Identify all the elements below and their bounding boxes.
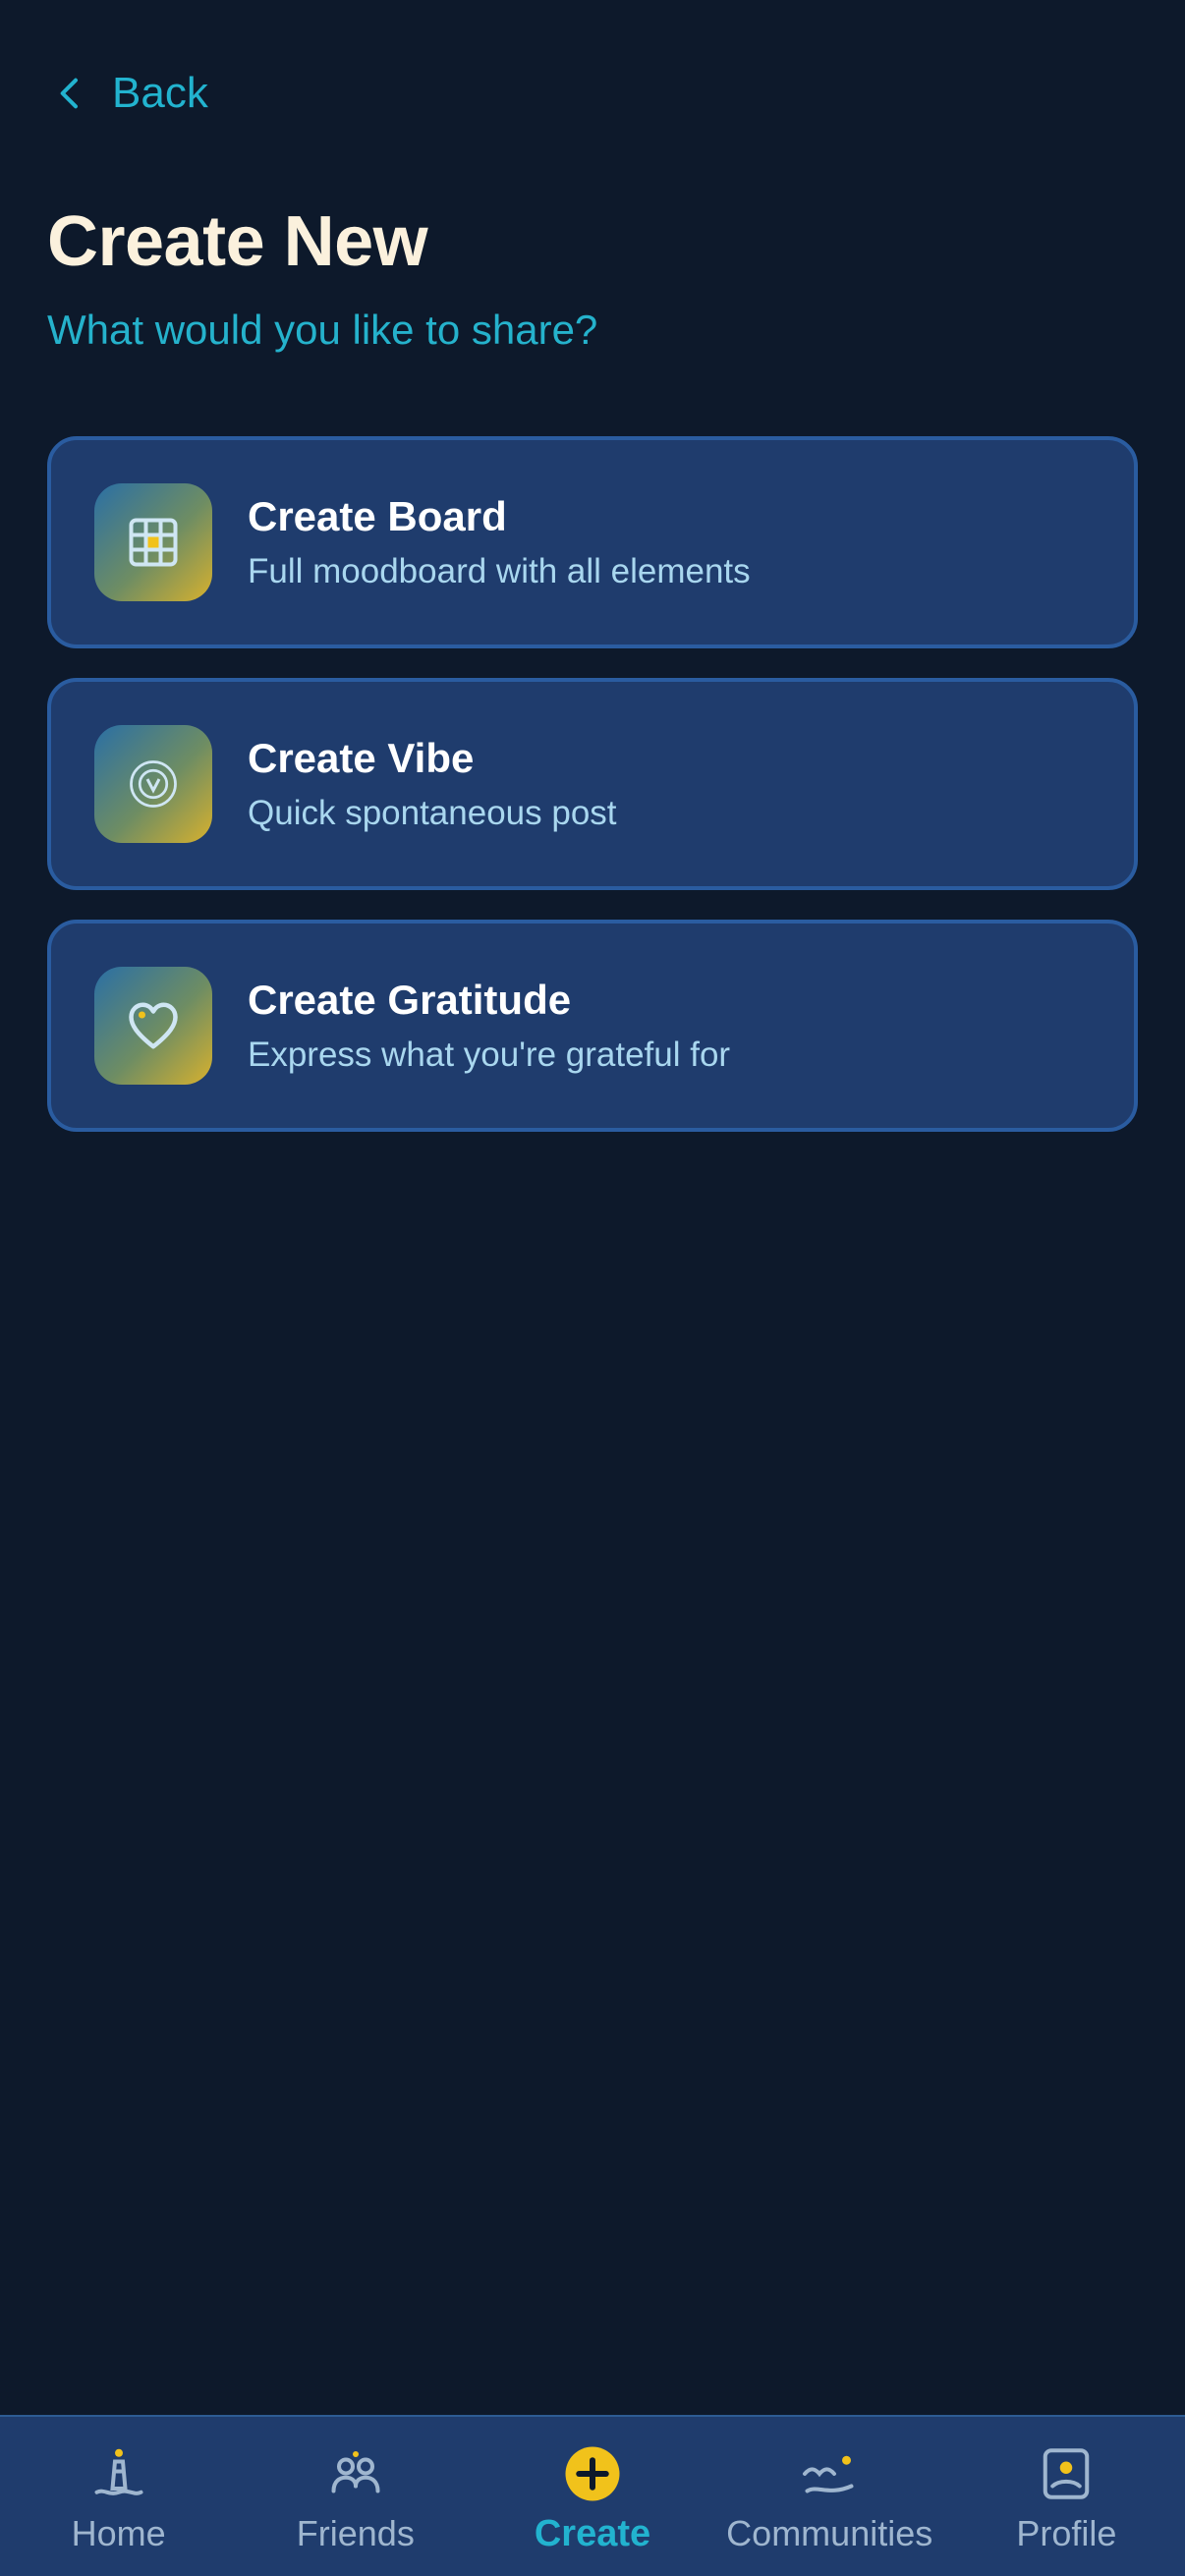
card-description: Express what you're grateful for [248, 1036, 731, 1074]
lighthouse-icon [94, 2448, 143, 2495]
create-board-card[interactable]: Create Board Full moodboard with all ele… [47, 436, 1138, 648]
card-title: Create Gratitude [248, 977, 572, 1023]
nav-label: Friends [296, 2513, 415, 2553]
nav-label: Profile [1016, 2513, 1117, 2553]
back-label: Back [112, 69, 208, 117]
friends-icon [331, 2451, 380, 2493]
waves-icon [803, 2455, 854, 2493]
nav-item-home[interactable]: Home [0, 2417, 237, 2576]
nav-label: Home [71, 2513, 166, 2553]
back-button[interactable]: Back [51, 69, 208, 118]
nav-item-friends[interactable]: Friends [237, 2417, 474, 2576]
nav-label: Communities [726, 2513, 933, 2553]
heart-icon [94, 967, 212, 1085]
plus-circle-icon [565, 2446, 620, 2501]
nav-item-communities[interactable]: Communities [711, 2417, 948, 2576]
page-title: Create New [47, 202, 428, 281]
vibe-spiral-icon [94, 725, 212, 843]
create-options-list: Create Board Full moodboard with all ele… [47, 436, 1138, 1161]
card-description: Quick spontaneous post [248, 794, 617, 832]
nav-item-profile[interactable]: Profile [948, 2417, 1185, 2576]
profile-card-icon [1044, 2448, 1090, 2499]
bottom-nav: Home Friends Create Communities Profile [0, 2415, 1185, 2576]
card-title: Create Vibe [248, 735, 475, 781]
card-description: Full moodboard with all elements [248, 552, 751, 590]
create-vibe-card[interactable]: Create Vibe Quick spontaneous post [47, 678, 1138, 890]
chevron-left-icon [60, 78, 78, 109]
grid-icon [94, 483, 212, 601]
card-title: Create Board [248, 493, 507, 539]
page-subtitle: What would you like to share? [47, 307, 598, 353]
nav-item-create[interactable]: Create [474, 2417, 710, 2576]
nav-label: Create [534, 2513, 651, 2554]
create-gratitude-card[interactable]: Create Gratitude Express what you're gra… [47, 920, 1138, 1132]
